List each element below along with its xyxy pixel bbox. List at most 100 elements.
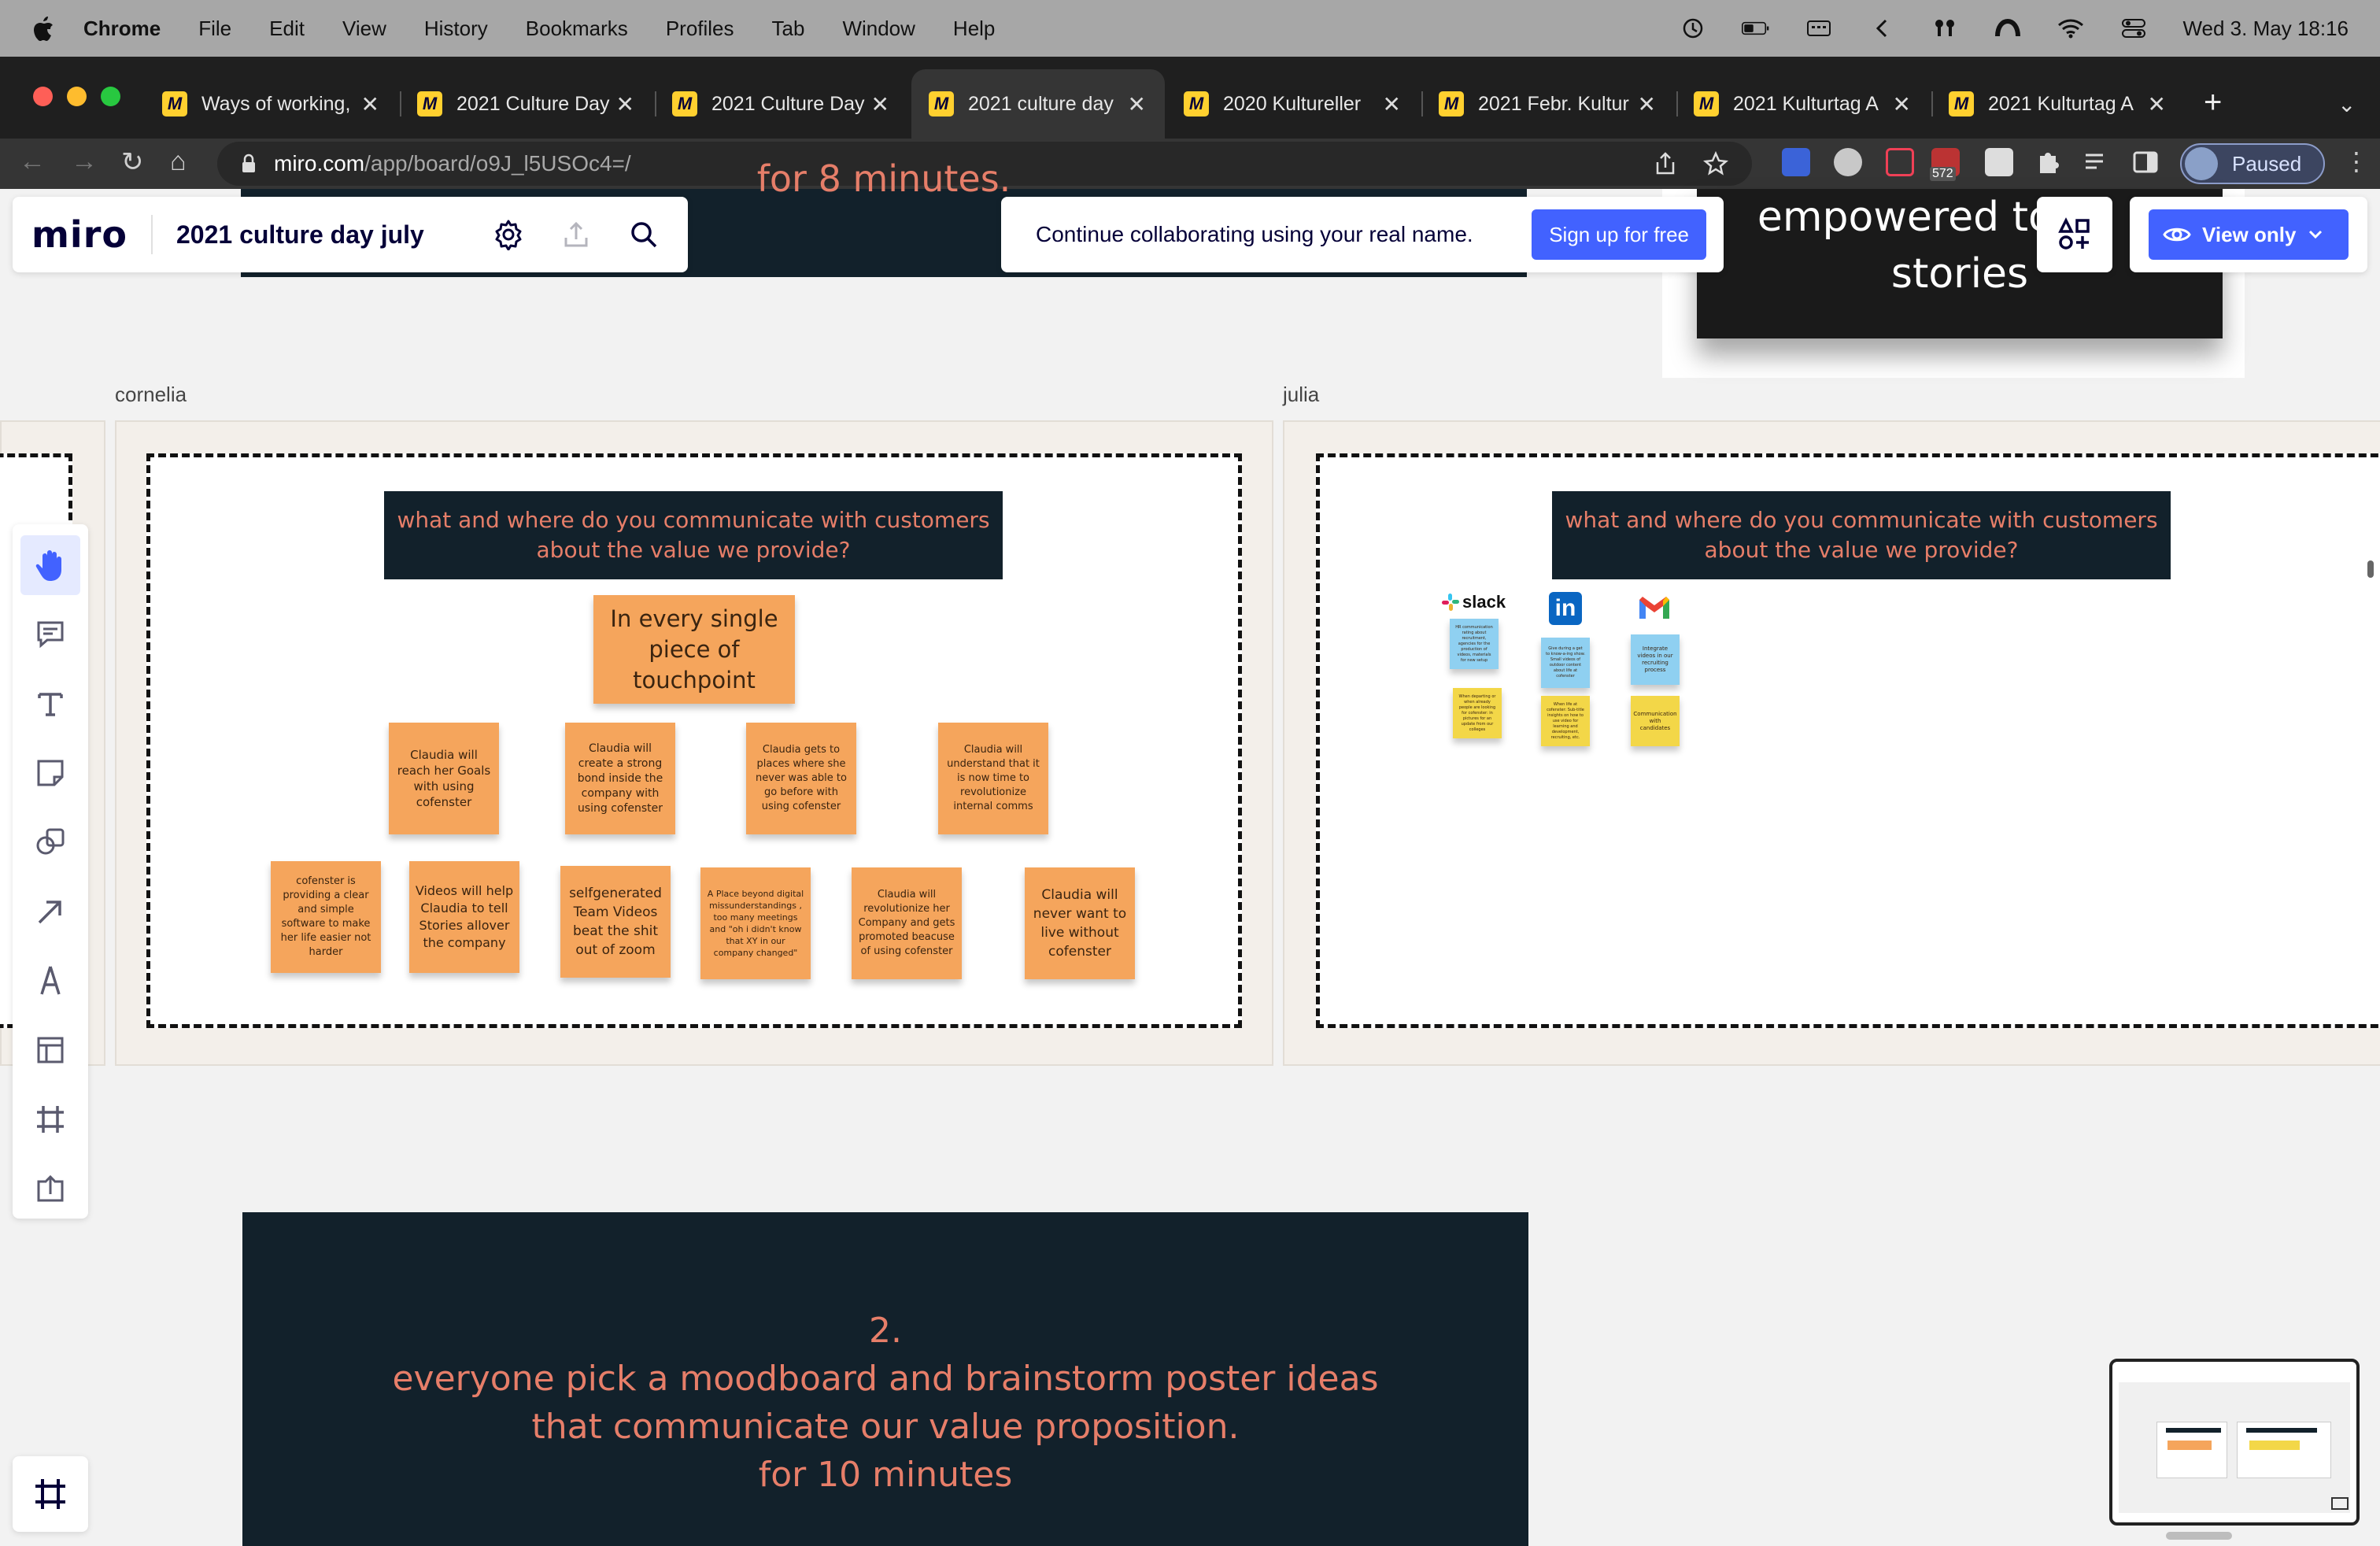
- share-icon[interactable]: [557, 216, 595, 253]
- forward-icon[interactable]: →: [71, 146, 98, 177]
- sticky-note[interactable]: Claudia will create a strong bond inside…: [565, 723, 675, 834]
- sticky-note[interactable]: Claudia will never want to live without …: [1025, 867, 1135, 979]
- extension-icon[interactable]: [1985, 148, 2013, 176]
- battery-icon[interactable]: [1742, 17, 1770, 40]
- menu-history[interactable]: History: [424, 17, 488, 41]
- wifi-icon[interactable]: [2057, 17, 2085, 40]
- back-icon[interactable]: ←: [19, 146, 46, 177]
- extension-icon[interactable]: [1834, 148, 1862, 176]
- chrome-menu-icon[interactable]: ⋮: [2344, 146, 2369, 176]
- sticky-note[interactable]: When life at cofenster: Sub-title insigh…: [1541, 696, 1590, 746]
- connection-line-tool-button[interactable]: [20, 882, 80, 941]
- horizontal-scrollbar[interactable]: [2166, 1532, 2232, 1540]
- browser-tab[interactable]: M 2021 Kulturtag A ✕: [1676, 69, 1930, 139]
- board-minimap[interactable]: [2109, 1359, 2360, 1526]
- menu-file[interactable]: File: [198, 17, 231, 41]
- browser-tab[interactable]: M 2021 Kulturtag A ✕: [1931, 69, 2185, 139]
- pen-tool-button[interactable]: [20, 951, 80, 1011]
- extensions-puzzle-icon[interactable]: [2034, 148, 2062, 176]
- sticky-note[interactable]: A Place beyond digital missunderstanding…: [700, 867, 811, 979]
- upload-tool-button[interactable]: [20, 1159, 80, 1219]
- bookmark-star-icon[interactable]: [1703, 151, 1728, 176]
- frames-panel-button[interactable]: [13, 1456, 88, 1532]
- board-name[interactable]: 2021 culture day july: [176, 220, 424, 250]
- tab-close-icon[interactable]: ✕: [616, 91, 634, 117]
- step-2-slide[interactable]: 2. everyone pick a moodboard and brainst…: [242, 1212, 1528, 1546]
- profile-button[interactable]: Paused: [2180, 143, 2325, 184]
- hand-tool-button[interactable]: [20, 535, 80, 595]
- view-only-button[interactable]: View only: [2149, 209, 2349, 260]
- sticky-note[interactable]: Claudia will reach her Goals with using …: [389, 723, 499, 834]
- sticky-note[interactable]: Give during a get to know-a-ing show. Sm…: [1541, 638, 1590, 688]
- browser-tab[interactable]: M 2021 Culture Day ✕: [655, 69, 908, 139]
- side-panel-icon[interactable]: [2131, 148, 2160, 176]
- question-card-julia[interactable]: what and where do you communicate with c…: [1552, 491, 2171, 579]
- tab-close-icon[interactable]: ✕: [1383, 91, 1401, 117]
- chevron-left-icon[interactable]: [1868, 17, 1896, 40]
- menu-profiles[interactable]: Profiles: [666, 17, 734, 41]
- templates-tool-button[interactable]: [20, 1020, 80, 1080]
- sticky-note-main[interactable]: In every single piece of touchpoint: [593, 595, 795, 704]
- reload-icon[interactable]: ↻: [121, 146, 144, 178]
- search-icon[interactable]: [625, 216, 663, 253]
- sticky-note[interactable]: Claudia gets to places where she never w…: [746, 723, 856, 834]
- control-center-icon[interactable]: [2119, 17, 2148, 40]
- browser-tab[interactable]: M 2020 Kultureller ✕: [1166, 69, 1420, 139]
- bitwarden-extension-icon[interactable]: [1782, 148, 1810, 176]
- menu-tab[interactable]: Tab: [772, 17, 805, 41]
- tab-close-icon[interactable]: ✕: [1893, 91, 1911, 117]
- extension-badge-icon[interactable]: 572: [1930, 148, 1960, 181]
- tab-close-icon[interactable]: ✕: [871, 91, 889, 117]
- text-tool-button[interactable]: [20, 674, 80, 734]
- frame-label-julia[interactable]: julia: [1283, 383, 1319, 407]
- browser-tab-active[interactable]: M 2021 culture day ✕: [911, 69, 1165, 139]
- settings-icon[interactable]: [490, 216, 527, 253]
- tab-search-chevron-icon[interactable]: ⌄: [2338, 91, 2356, 117]
- sign-up-button[interactable]: Sign up for free: [1532, 209, 1706, 260]
- share-page-icon[interactable]: [1654, 151, 1676, 176]
- tab-close-icon[interactable]: ✕: [1128, 91, 1146, 117]
- sticky-note[interactable]: selfgenerated Team Videos beat the shit …: [560, 866, 671, 978]
- menu-app-name[interactable]: Chrome: [83, 17, 161, 41]
- minimize-window-button[interactable]: [67, 87, 87, 106]
- browser-tab[interactable]: M Ways of working, ✕: [145, 69, 398, 139]
- sticky-note[interactable]: Communication with candidates: [1631, 696, 1680, 746]
- vertical-scrollbar[interactable]: [2367, 560, 2374, 578]
- menu-bookmarks[interactable]: Bookmarks: [526, 17, 628, 41]
- shapes-tool-button[interactable]: [20, 812, 80, 872]
- frame-label-cornelia[interactable]: cornelia: [115, 383, 187, 407]
- keyboard-icon[interactable]: [1805, 17, 1833, 40]
- new-tab-icon[interactable]: +: [2204, 87, 2222, 118]
- reading-list-icon[interactable]: [2082, 148, 2111, 176]
- browser-tab[interactable]: M 2021 Febr. Kultur ✕: [1421, 69, 1675, 139]
- apps-shapes-button[interactable]: [2037, 197, 2112, 272]
- close-window-button[interactable]: [33, 87, 53, 106]
- menubar-clock[interactable]: Wed 3. May 18:16: [2182, 17, 2349, 41]
- sticky-note[interactable]: Claudia will revolutionize her Company a…: [852, 867, 962, 979]
- sticky-note[interactable]: Integrate videos in our recruiting proce…: [1631, 634, 1680, 685]
- sticky-note[interactable]: When departing or when already people ar…: [1453, 688, 1502, 738]
- frame-tool-button[interactable]: [20, 1089, 80, 1149]
- sticky-note[interactable]: Videos will help Claudia to tell Stories…: [409, 861, 519, 973]
- tab-close-icon[interactable]: ✕: [1638, 91, 1656, 117]
- apple-icon[interactable]: [31, 15, 55, 42]
- home-icon[interactable]: ⌂: [170, 146, 187, 177]
- question-card-cornelia[interactable]: what and where do you communicate with c…: [384, 491, 1003, 579]
- sticky-note[interactable]: Claudia will understand that it is now t…: [938, 723, 1048, 834]
- miro-logo[interactable]: miro: [31, 213, 128, 256]
- menu-help[interactable]: Help: [953, 17, 995, 41]
- airpods-icon[interactable]: [1931, 17, 1959, 40]
- sticky-note[interactable]: HR communication rating about recruitmen…: [1450, 619, 1499, 669]
- pocket-extension-icon[interactable]: [1886, 148, 1914, 176]
- zoom-window-button[interactable]: [101, 87, 120, 106]
- browser-tab[interactable]: M 2021 Culture Day ✕: [400, 69, 653, 139]
- comment-tool-button[interactable]: [20, 605, 80, 664]
- sticky-note-tool-button[interactable]: [20, 743, 80, 803]
- vpn-icon[interactable]: [1994, 17, 2022, 40]
- sticky-note[interactable]: cofenster is providing a clear and simpl…: [271, 861, 381, 973]
- time-machine-icon[interactable]: [1679, 17, 1707, 40]
- tab-close-icon[interactable]: ✕: [361, 91, 379, 117]
- menu-view[interactable]: View: [342, 17, 386, 41]
- menu-edit[interactable]: Edit: [269, 17, 305, 41]
- tab-close-icon[interactable]: ✕: [2148, 91, 2166, 117]
